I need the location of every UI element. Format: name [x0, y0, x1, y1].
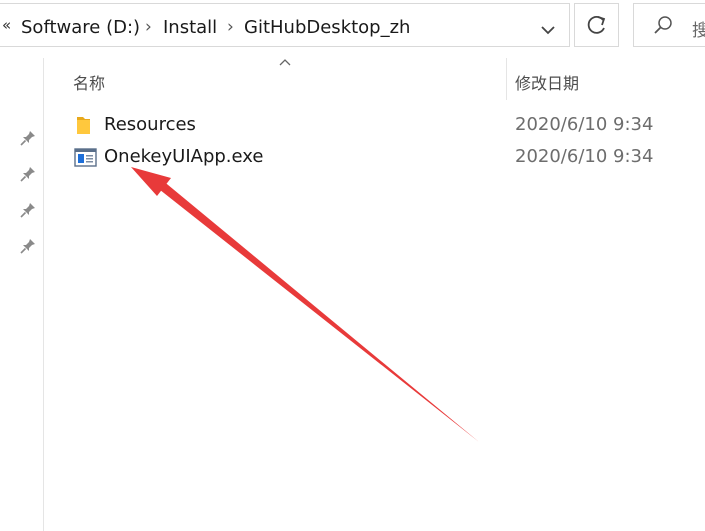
file-row-resources[interactable]: Resources 2020/6/10 9:34	[45, 109, 705, 141]
pin-icon[interactable]	[18, 200, 38, 220]
column-divider[interactable]	[506, 58, 507, 100]
pin-icon[interactable]	[18, 236, 38, 256]
search-input-placeholder[interactable]: 搜	[692, 16, 705, 41]
pin-icon[interactable]	[18, 164, 38, 184]
breadcrumb-separator-icon[interactable]: ›	[227, 17, 234, 37]
sort-ascending-icon	[279, 59, 291, 66]
file-date-modified: 2020/6/10 9:34	[515, 146, 654, 167]
refresh-button[interactable]	[574, 3, 619, 47]
exe-icon	[74, 148, 97, 167]
column-header: 名称 修改日期	[45, 58, 705, 100]
breadcrumb-item-drive[interactable]: Software (D:)	[21, 17, 140, 38]
chevron-down-icon	[541, 26, 555, 35]
address-bar[interactable]: « Software (D:) › Install › GitHubDeskto…	[0, 3, 570, 47]
file-name[interactable]: Resources	[104, 114, 196, 135]
column-header-date-modified[interactable]: 修改日期	[515, 70, 579, 94]
file-date-modified: 2020/6/10 9:34	[515, 114, 654, 135]
column-header-name[interactable]: 名称	[73, 70, 105, 94]
breadcrumb-overflow-button[interactable]: «	[2, 16, 11, 34]
file-name[interactable]: OnekeyUIApp.exe	[104, 146, 263, 167]
folder-icon	[77, 117, 90, 134]
navigation-pane	[0, 58, 44, 531]
file-row-onekeyuiapp-exe[interactable]: OnekeyUIApp.exe 2020/6/10 9:34	[45, 141, 705, 173]
search-icon	[654, 16, 672, 34]
address-history-dropdown-button[interactable]	[536, 18, 560, 42]
breadcrumb-separator-icon[interactable]: ›	[145, 17, 152, 37]
breadcrumb-item-current-folder[interactable]: GitHubDesktop_zh	[244, 17, 410, 38]
search-box[interactable]: 搜	[633, 3, 705, 47]
breadcrumb-item-install[interactable]: Install	[163, 17, 217, 38]
address-row: « Software (D:) › Install › GitHubDeskto…	[0, 0, 705, 58]
refresh-icon	[587, 15, 606, 34]
file-explorer-window: « Software (D:) › Install › GitHubDeskto…	[0, 0, 705, 531]
pin-icon[interactable]	[18, 128, 38, 148]
